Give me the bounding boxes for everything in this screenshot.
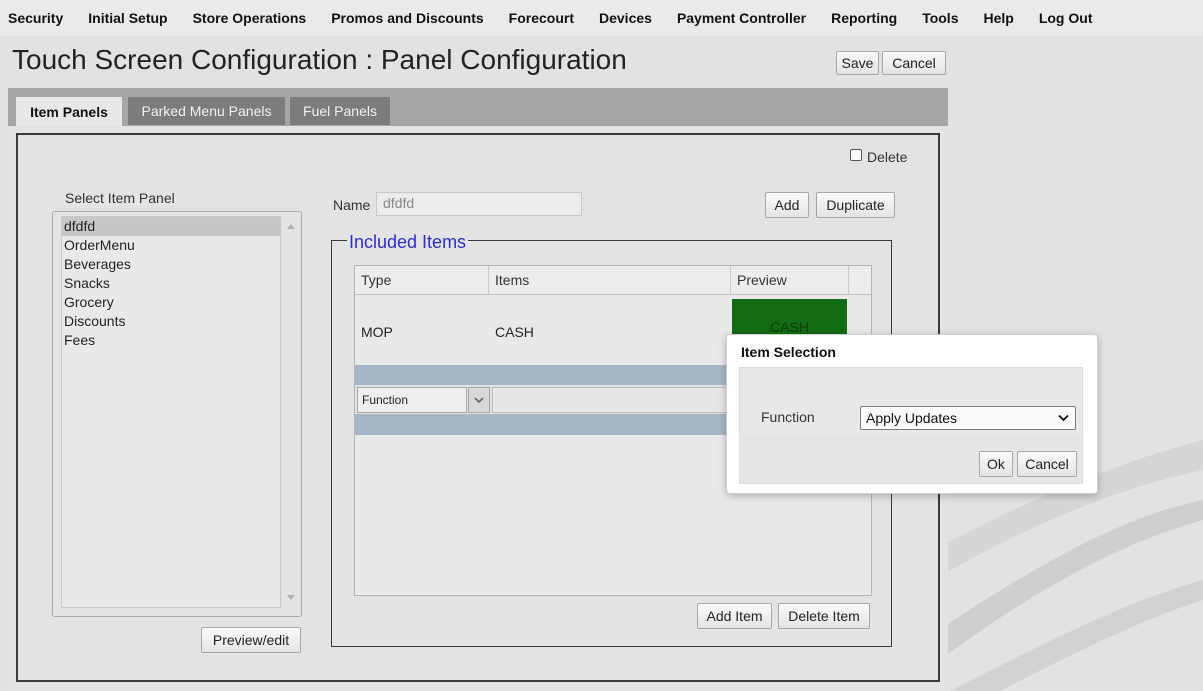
nav-help[interactable]: Help <box>983 10 1013 26</box>
name-label: Name <box>333 197 371 213</box>
column-header-items[interactable]: Items <box>489 266 731 295</box>
chevron-down-icon <box>474 397 484 404</box>
tab-item-panels[interactable]: Item Panels <box>16 97 122 126</box>
nav-initial-setup[interactable]: Initial Setup <box>88 10 167 26</box>
page-title: Touch Screen Configuration : Panel Confi… <box>12 44 627 75</box>
list-scrollbar[interactable] <box>284 216 299 608</box>
nav-devices[interactable]: Devices <box>599 10 652 26</box>
dialog-title: Item Selection <box>741 344 836 360</box>
top-navigation: Security Initial Setup Store Operations … <box>0 0 1203 36</box>
delete-label: Delete <box>867 149 908 165</box>
type-select-dropdown[interactable] <box>468 387 490 413</box>
list-item-fees[interactable]: Fees <box>62 331 280 350</box>
nav-reporting[interactable]: Reporting <box>831 10 897 26</box>
item-panel-list-frame: dfdfd OrderMenu Beverages Snacks Grocery… <box>52 211 302 617</box>
duplicate-button[interactable]: Duplicate <box>816 192 895 218</box>
name-input[interactable]: dfdfd <box>376 192 582 216</box>
nav-promos-and-discounts[interactable]: Promos and Discounts <box>331 10 483 26</box>
dialog-cancel-button[interactable]: Cancel <box>1017 451 1077 477</box>
list-item-beverages[interactable]: Beverages <box>62 255 280 274</box>
dialog-footer: Ok Cancel <box>740 435 1082 483</box>
chevron-down-icon <box>1058 414 1069 422</box>
list-item-ordermenu[interactable]: OrderMenu <box>62 236 280 255</box>
nav-forecourt[interactable]: Forecourt <box>509 10 574 26</box>
column-header-preview[interactable]: Preview <box>731 266 849 295</box>
scroll-up-icon[interactable] <box>287 224 295 229</box>
select-item-panel-label: Select Item Panel <box>65 190 175 206</box>
add-button[interactable]: Add <box>765 192 809 218</box>
ok-button[interactable]: Ok <box>979 451 1013 477</box>
nav-store-operations[interactable]: Store Operations <box>193 10 307 26</box>
function-select[interactable]: Apply Updates <box>860 406 1076 430</box>
nav-payment-controller[interactable]: Payment Controller <box>677 10 806 26</box>
row-type-cell[interactable]: MOP <box>361 324 393 340</box>
item-selection-dialog: Item Selection Function Apply Updates Ok… <box>726 334 1098 494</box>
add-item-button[interactable]: Add Item <box>697 603 772 629</box>
column-header-type[interactable]: Type <box>355 266 489 295</box>
delete-item-button[interactable]: Delete Item <box>778 603 870 629</box>
cancel-button[interactable]: Cancel <box>882 51 946 75</box>
list-item-discounts[interactable]: Discounts <box>62 312 280 331</box>
delete-checkbox[interactable] <box>850 149 862 161</box>
list-item-grocery[interactable]: Grocery <box>62 293 280 312</box>
function-label: Function <box>761 409 815 425</box>
save-button[interactable]: Save <box>836 51 879 75</box>
nav-log-out[interactable]: Log Out <box>1039 10 1093 26</box>
function-select-value: Apply Updates <box>866 410 958 426</box>
included-items-legend: Included Items <box>347 232 469 253</box>
scroll-down-icon[interactable] <box>287 595 295 600</box>
nav-tools[interactable]: Tools <box>922 10 958 26</box>
list-item-snacks[interactable]: Snacks <box>62 274 280 293</box>
item-select[interactable] <box>492 387 732 413</box>
nav-security[interactable]: Security <box>8 10 63 26</box>
preview-edit-button[interactable]: Preview/edit <box>201 627 301 653</box>
list-item-dfdfd[interactable]: dfdfd <box>62 217 280 236</box>
row-item-cell[interactable]: CASH <box>495 324 534 340</box>
grid-header: Type Items Preview <box>355 266 871 295</box>
tab-fuel-panels[interactable]: Fuel Panels <box>290 97 390 125</box>
dialog-body: Function Apply Updates Ok Cancel <box>739 367 1083 484</box>
item-panel-list[interactable]: dfdfd OrderMenu Beverages Snacks Grocery… <box>61 216 281 608</box>
type-select[interactable]: Function <box>357 387 467 413</box>
tab-parked-menu-panels[interactable]: Parked Menu Panels <box>128 97 285 125</box>
